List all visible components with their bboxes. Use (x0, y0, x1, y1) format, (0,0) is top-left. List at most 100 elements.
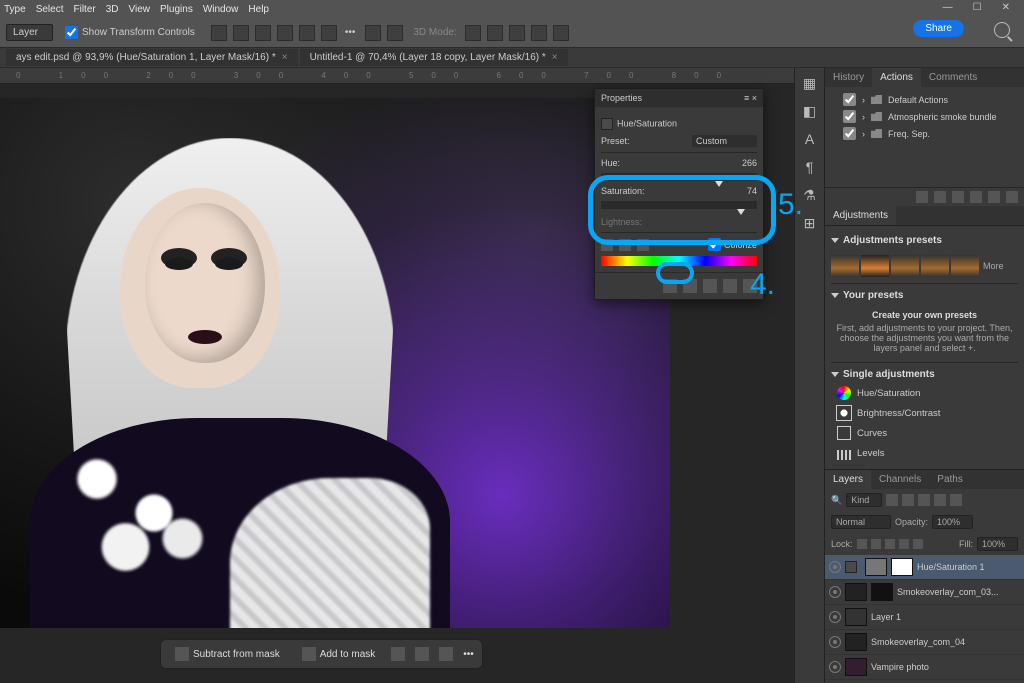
action-row[interactable]: ›Freq. Sep. (831, 125, 1018, 142)
menu-type[interactable]: Type (4, 4, 26, 15)
layer-name[interactable]: Vampire photo (871, 662, 929, 672)
layer-name[interactable]: Hue/Saturation 1 (917, 562, 985, 572)
single-adj-hue[interactable]: Hue/Saturation (831, 383, 1018, 403)
reset-icon[interactable] (703, 279, 717, 293)
mode3d-icon[interactable] (553, 25, 569, 41)
swatches-icon[interactable]: ▦ (801, 74, 819, 92)
eyedropper-sub-icon[interactable] (637, 239, 649, 251)
colorize-input[interactable] (708, 238, 721, 251)
visibility-icon[interactable] (829, 561, 841, 573)
toggle-visibility-icon[interactable] (723, 279, 737, 293)
auto-select-dropdown[interactable]: Layer (6, 24, 53, 41)
share-button[interactable]: Share (913, 20, 964, 37)
filter-icon[interactable] (902, 494, 914, 506)
layer-row[interactable]: Vampire photo (825, 655, 1024, 680)
menu-window[interactable]: Window (203, 4, 239, 15)
preset-thumb[interactable] (921, 255, 949, 277)
add-to-mask-button[interactable]: Add to mask (296, 645, 382, 663)
action-row[interactable]: ›Default Actions (831, 91, 1018, 108)
window-close-icon[interactable]: ✕ (1002, 2, 1010, 13)
menu-view[interactable]: View (129, 4, 151, 15)
lock-icon[interactable] (885, 539, 895, 549)
layer-filter-kind[interactable]: Kind (846, 493, 882, 507)
preset-thumb[interactable] (891, 255, 919, 277)
action-toggle[interactable] (843, 93, 856, 106)
mode3d-icon[interactable] (465, 25, 481, 41)
menu-select[interactable]: Select (36, 4, 64, 15)
layer-mask-thumb[interactable] (891, 558, 913, 576)
mode3d-icon[interactable] (487, 25, 503, 41)
single-adj-levels[interactable]: Levels (831, 443, 1018, 463)
align-icon[interactable] (299, 25, 315, 41)
menu-plugins[interactable]: Plugins (160, 4, 193, 15)
color-icon[interactable]: ◧ (801, 102, 819, 120)
adjustments-presets-header[interactable]: Adjustments presets (831, 232, 1018, 249)
eyedropper-icon[interactable] (601, 239, 613, 251)
fill-value[interactable]: 100% (977, 537, 1018, 551)
view-previous-icon[interactable] (683, 279, 697, 293)
layer-thumb[interactable] (845, 583, 867, 601)
tab-adjustments[interactable]: Adjustments (825, 206, 896, 225)
actions-stop-icon[interactable] (916, 191, 928, 203)
search-icon[interactable] (994, 22, 1010, 38)
slider-handle-icon[interactable] (737, 209, 745, 215)
show-transform-checkbox[interactable]: Show Transform Controls (65, 26, 195, 39)
lock-icon[interactable] (899, 539, 909, 549)
saturation-slider[interactable] (601, 201, 757, 209)
doc-tab[interactable]: ays edit.psd @ 93,9% (Hue/Saturation 1, … (6, 49, 298, 66)
blend-mode-dropdown[interactable]: Normal (831, 515, 891, 529)
preset-thumb[interactable] (951, 255, 979, 277)
taskbar-icon[interactable] (439, 647, 453, 661)
subtract-from-mask-button[interactable]: Subtract from mask (169, 645, 286, 663)
tab-comments[interactable]: Comments (921, 68, 985, 87)
document-canvas[interactable] (0, 98, 670, 628)
action-toggle[interactable] (843, 110, 856, 123)
hue-slider[interactable] (601, 173, 757, 181)
single-adjustments-header[interactable]: Single adjustments (831, 366, 1018, 383)
actions-play-icon[interactable] (952, 191, 964, 203)
action-row[interactable]: ›Atmospheric smoke bundle (831, 108, 1018, 125)
slider-handle-icon[interactable] (715, 181, 723, 187)
single-adj-curves[interactable]: Curves (831, 423, 1018, 443)
actions-new-icon[interactable] (988, 191, 1000, 203)
properties-panel[interactable]: Properties≡ × Hue/Saturation Preset:Cust… (594, 88, 764, 300)
preset-thumb[interactable] (861, 255, 889, 277)
lock-icon[interactable] (871, 539, 881, 549)
layer-row[interactable]: Layer 1 (825, 605, 1024, 630)
actions-record-icon[interactable] (934, 191, 946, 203)
close-icon[interactable]: × (552, 52, 558, 63)
layer-row[interactable]: Smokeoverlay_com_03... (825, 580, 1024, 605)
your-presets-header[interactable]: Your presets (831, 287, 1018, 304)
distribute-icon[interactable] (387, 25, 403, 41)
layer-row[interactable]: Hue/Saturation 1 (825, 555, 1024, 580)
close-icon[interactable]: × (282, 52, 288, 63)
filter-icon[interactable] (886, 494, 898, 506)
distribute-icon[interactable] (365, 25, 381, 41)
saturation-value[interactable]: 74 (747, 186, 757, 196)
window-minimize-icon[interactable]: — (943, 2, 953, 13)
layer-name[interactable]: Smokeoverlay_com_03... (897, 587, 999, 597)
visibility-icon[interactable] (829, 586, 841, 598)
lock-icon[interactable] (857, 539, 867, 549)
layer-thumb[interactable] (845, 608, 867, 626)
layer-name[interactable]: Smokeoverlay_com_04 (871, 637, 965, 647)
character-icon[interactable]: A (801, 130, 819, 148)
tab-history[interactable]: History (825, 68, 872, 87)
mode3d-icon[interactable] (531, 25, 547, 41)
visibility-icon[interactable] (829, 611, 841, 623)
menu-help[interactable]: Help (248, 4, 269, 15)
opacity-value[interactable]: 100% (932, 515, 973, 529)
doc-tab[interactable]: Untitled-1 @ 70,4% (Layer 18 copy, Layer… (300, 49, 568, 66)
libraries-icon[interactable]: ⊞ (801, 214, 819, 232)
taskbar-icon[interactable] (415, 647, 429, 661)
visibility-icon[interactable] (829, 636, 841, 648)
eyedropper-add-icon[interactable] (619, 239, 631, 251)
filter-icon[interactable] (950, 494, 962, 506)
tab-paths[interactable]: Paths (929, 470, 971, 489)
visibility-icon[interactable] (829, 661, 841, 673)
layer-thumb[interactable] (865, 558, 887, 576)
filter-icon[interactable] (918, 494, 930, 506)
filter-icon[interactable] (934, 494, 946, 506)
presets-more-button[interactable]: More (983, 261, 1004, 271)
show-transform-input[interactable] (65, 26, 78, 39)
